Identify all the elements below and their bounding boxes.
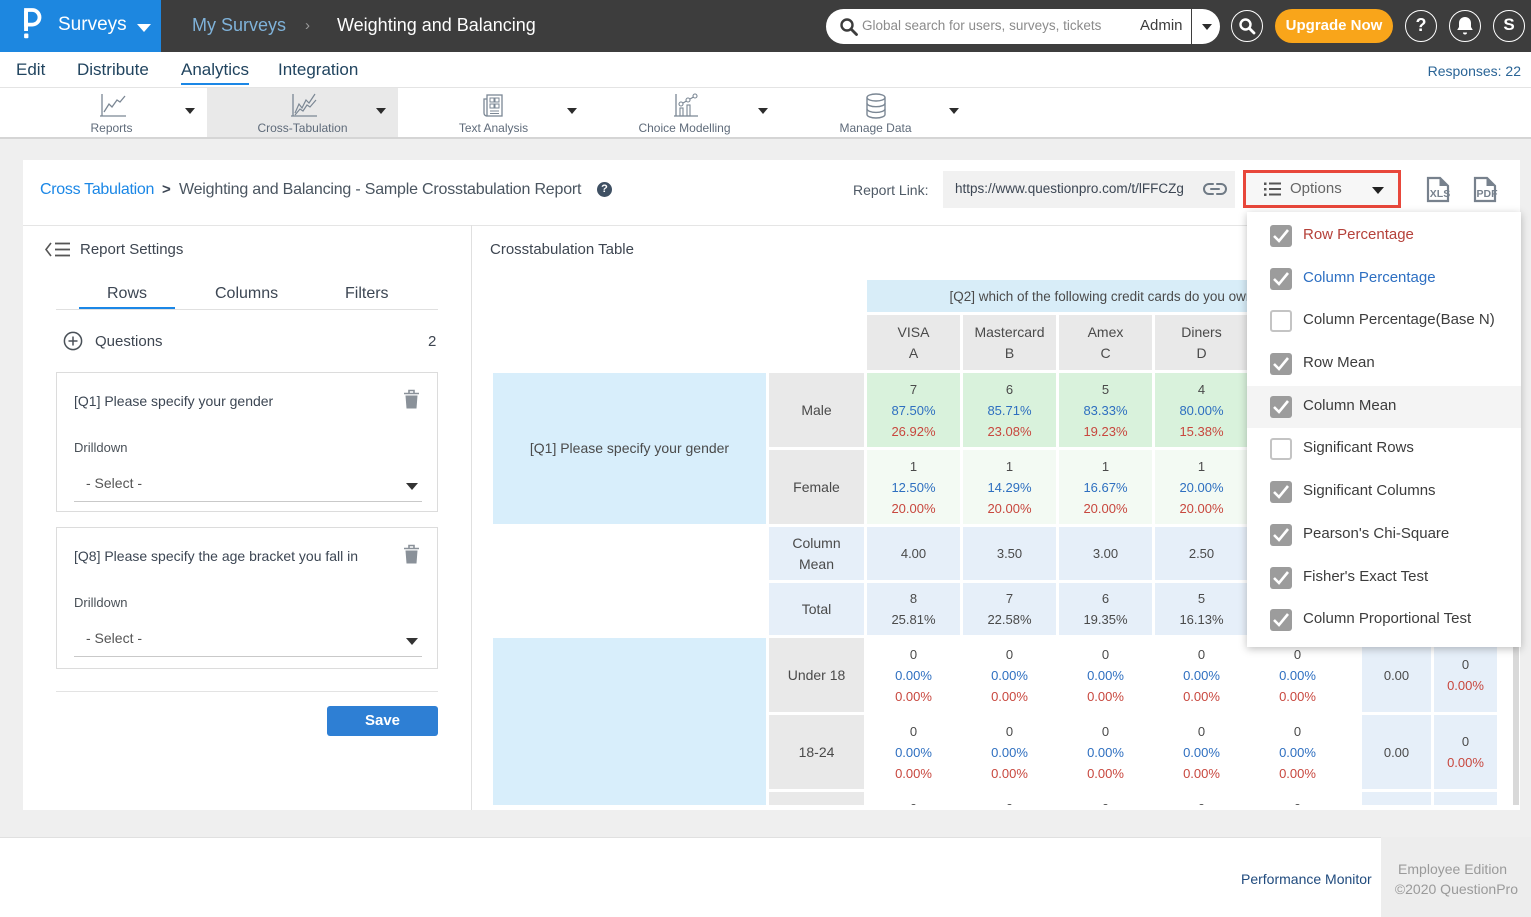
svg-text:XLS: XLS [1430,188,1450,200]
svg-text:PDF: PDF [1477,188,1499,200]
